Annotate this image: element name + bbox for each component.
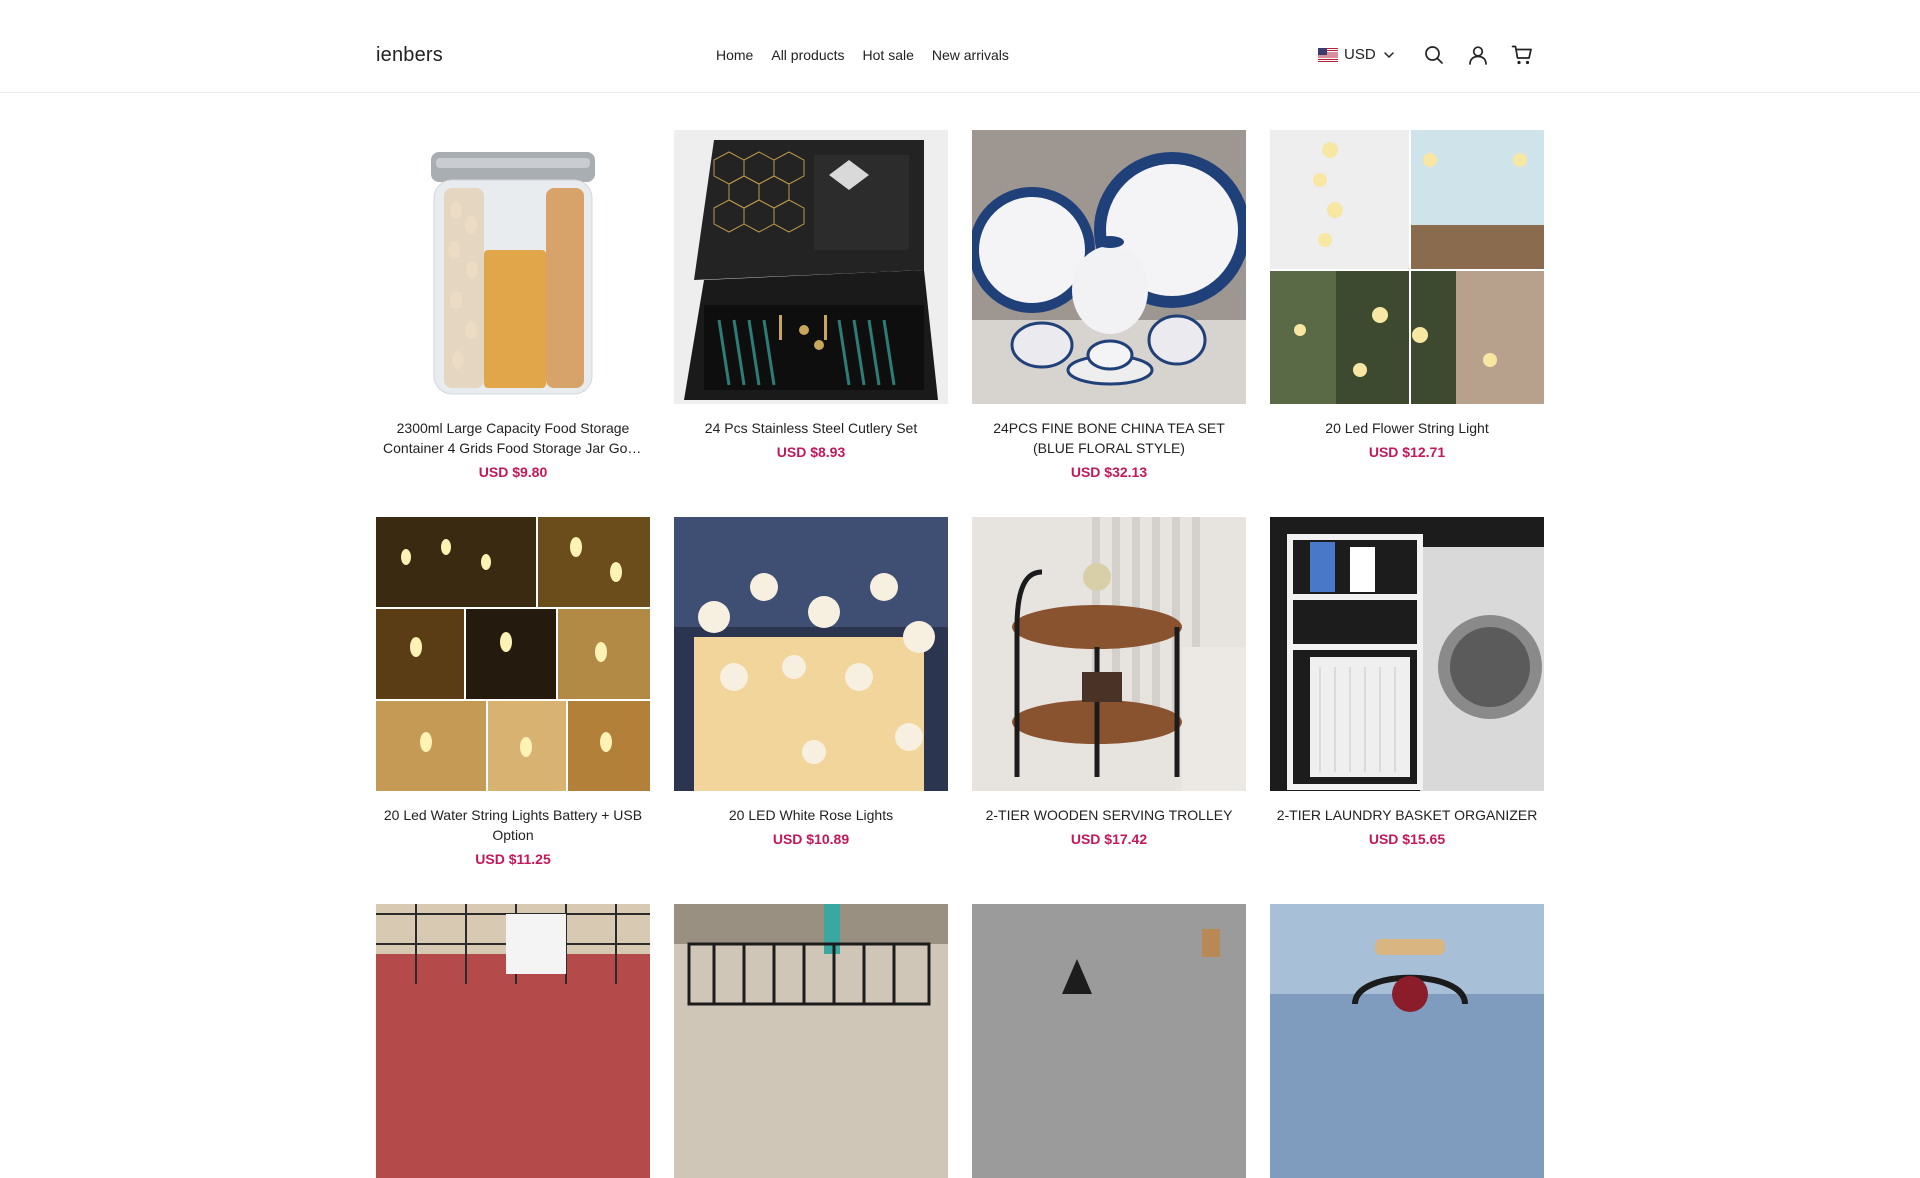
chevron-down-icon (1383, 51, 1394, 58)
us-flag-icon (1318, 47, 1338, 62)
product-title[interactable]: 20 Led Water String Lights Battery + USB… (376, 805, 650, 845)
product-card[interactable] (376, 904, 650, 1178)
product-price: USD $10.89 (772, 831, 850, 847)
nav-home[interactable]: Home (716, 47, 753, 63)
product-card[interactable] (1270, 904, 1544, 1178)
product-card[interactable]: 24 Pcs Stainless Steel Cutlery Set USD $… (674, 130, 948, 460)
photo-wall-grid-image[interactable] (376, 904, 650, 1178)
product-price: USD $32.13 (1070, 464, 1148, 480)
food-storage-container-image[interactable] (376, 130, 650, 404)
product-card[interactable] (674, 904, 948, 1178)
site-header: ienbers Home All products Hot sale New a… (0, 0, 1920, 93)
nav-all-products[interactable]: All products (771, 47, 844, 63)
product-card[interactable]: 20 LED White Rose Lights USD $10.89 (674, 517, 948, 847)
user-icon[interactable] (1467, 44, 1489, 66)
product-title[interactable]: 2-TIER WOODEN SERVING TROLLEY (972, 805, 1246, 825)
currency-code: USD (1344, 46, 1376, 63)
fruit-basket-image[interactable] (1270, 904, 1544, 1178)
product-card[interactable]: 24PCS FINE BONE CHINA TEA SET (BLUE FLOR… (972, 130, 1246, 480)
product-price: USD $15.65 (1368, 831, 1446, 847)
cart-icon[interactable] (1511, 44, 1533, 66)
product-price: USD $8.93 (776, 444, 846, 460)
currency-selector[interactable]: USD (1318, 46, 1396, 63)
product-title[interactable]: 20 LED White Rose Lights (674, 805, 948, 825)
product-title[interactable]: 20 Led Flower String Light (1270, 418, 1544, 438)
nav-hot-sale[interactable]: Hot sale (863, 47, 914, 63)
wall-hook-image[interactable] (972, 904, 1246, 1178)
brand-logo[interactable]: ienbers (376, 44, 443, 67)
product-title[interactable]: 2-TIER LAUNDRY BASKET ORGANIZER (1270, 805, 1544, 825)
product-price: USD $11.25 (475, 851, 551, 867)
search-icon[interactable] (1423, 44, 1445, 66)
nav-new-arrivals[interactable]: New arrivals (932, 47, 1009, 63)
product-card[interactable]: 2-TIER WOODEN SERVING TROLLEY USD $17.42 (972, 517, 1246, 847)
main-nav: Home All products Hot sale New arrivals (716, 47, 1027, 63)
product-price: USD $12.71 (1368, 444, 1446, 460)
product-title[interactable]: 24 Pcs Stainless Steel Cutlery Set (674, 418, 948, 438)
water-string-lights-image[interactable] (376, 517, 650, 791)
product-card[interactable]: 20 Led Flower String Light USD $12.71 (1270, 130, 1544, 460)
product-card[interactable]: 2-TIER LAUNDRY BASKET ORGANIZER USD $15.… (1270, 517, 1544, 847)
product-title[interactable]: 24PCS FINE BONE CHINA TEA SET (BLUE FLOR… (972, 418, 1246, 458)
product-card[interactable] (972, 904, 1246, 1178)
dish-rack-image[interactable] (674, 904, 948, 1178)
rose-lights-image[interactable] (674, 517, 948, 791)
product-card[interactable]: 2300ml Large Capacity Food Storage Conta… (376, 130, 650, 480)
tea-set-image[interactable] (972, 130, 1246, 404)
laundry-basket-image[interactable] (1270, 517, 1544, 791)
product-price: USD $9.80 (478, 464, 548, 480)
flower-string-light-image[interactable] (1270, 130, 1544, 404)
cutlery-set-image[interactable] (674, 130, 948, 404)
product-title[interactable]: 2300ml Large Capacity Food Storage Conta… (376, 418, 650, 458)
product-card[interactable]: 20 Led Water String Lights Battery + USB… (376, 517, 650, 867)
product-price: USD $17.42 (1070, 831, 1148, 847)
serving-trolley-image[interactable] (972, 517, 1246, 791)
